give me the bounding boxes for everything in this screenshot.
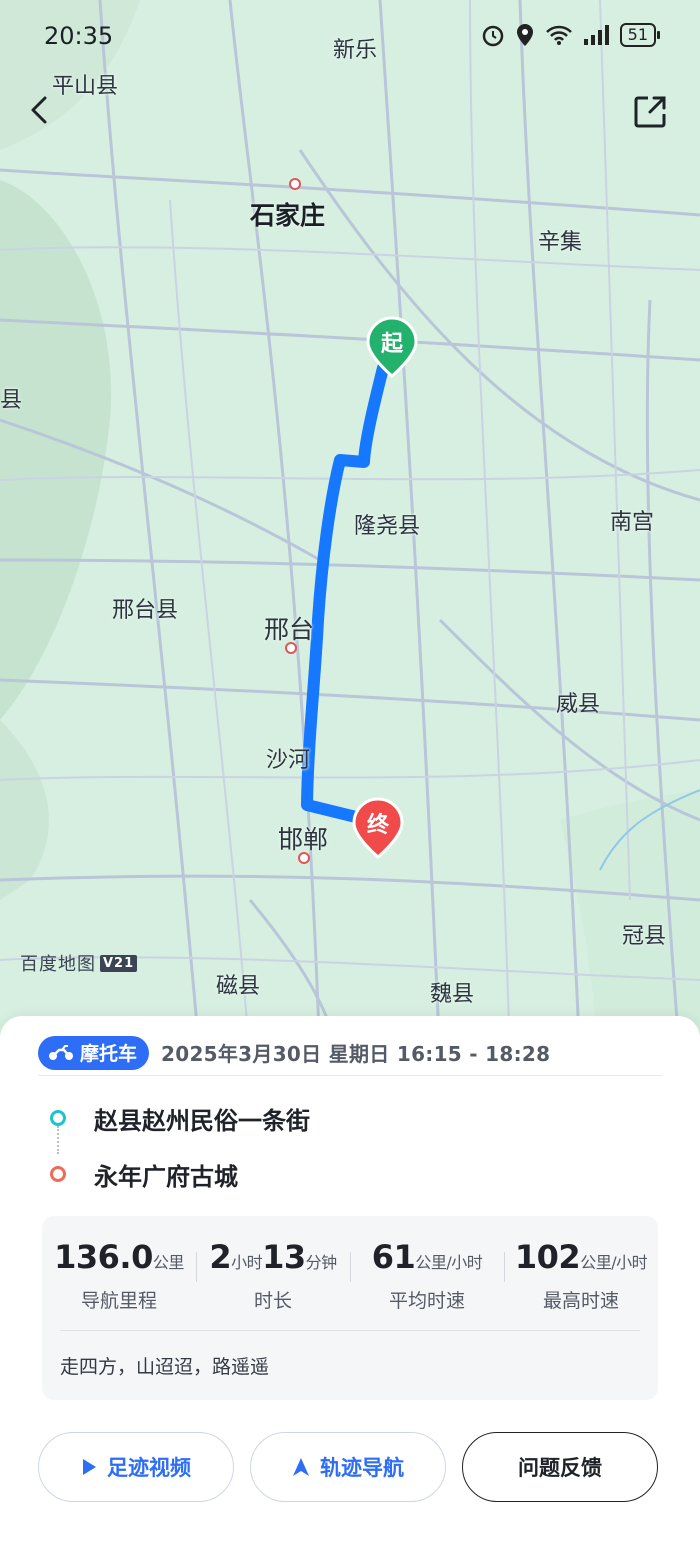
baidu-map-logo: 百度地图 V21 — [20, 950, 138, 976]
map-label-shahe: 沙河 — [266, 748, 311, 773]
share-button[interactable] — [630, 92, 670, 132]
map-label-nangong: 南宫 — [610, 510, 655, 535]
end-dot-icon — [50, 1166, 66, 1182]
feedback-button[interactable]: 问题反馈 — [462, 1432, 658, 1502]
stop-connector — [57, 1126, 59, 1154]
duration-hours-unit: 小时 — [231, 1253, 263, 1272]
signal-icon — [583, 25, 609, 45]
track-navigation-button[interactable]: 轨迹导航 — [250, 1432, 446, 1502]
motorcycle-icon — [49, 1044, 73, 1060]
travel-mode-badge: 摩托车 — [38, 1035, 150, 1070]
duration-hours: 2 — [209, 1238, 232, 1276]
card-divider — [60, 1330, 640, 1331]
map-label-xingtaixian: 邢台县 — [112, 598, 179, 623]
map-view[interactable]: 20:35 51 新乐 平山县 石家庄 辛集 县 隆尧县 南宫 邢台县 邢台 威… — [0, 0, 700, 1060]
alarm-icon — [482, 25, 503, 47]
logo-text: 百度地图 — [20, 954, 96, 975]
trip-slogan: 走四方，山迢迢，路遥遥 — [60, 1356, 270, 1378]
max-speed-value: 102 — [514, 1238, 581, 1276]
stat-max-speed: 102公里/小时 最高时速 — [504, 1238, 658, 1313]
footprint-video-button[interactable]: 足迹视频 — [38, 1432, 234, 1502]
map-label-xinji: 辛集 — [538, 230, 583, 255]
end-stop-name: 永年广府古城 — [94, 1162, 238, 1191]
map-label-pingshan: 平山县 — [52, 74, 119, 99]
max-speed-unit: 公里/小时 — [580, 1253, 648, 1272]
stat-duration: 2小时13分钟 时长 — [196, 1238, 350, 1313]
distance-value: 136.0 — [54, 1238, 153, 1276]
wifi-icon — [545, 25, 572, 45]
route-line — [301, 362, 389, 824]
trip-datetime: 2025年3月30日 星期日 16:15 - 18:28 — [161, 1042, 551, 1066]
footprint-video-label: 足迹视频 — [107, 1456, 191, 1480]
play-icon — [83, 1459, 96, 1475]
feedback-label: 问题反馈 — [518, 1456, 602, 1480]
map-base — [0, 0, 700, 1060]
trip-header: 摩托车 2025年3月30日 星期日 16:15 - 18:28 — [38, 1030, 662, 1076]
map-label-xinle: 新乐 — [333, 38, 378, 63]
travel-mode-label: 摩托车 — [80, 1043, 138, 1065]
end-marker-label: 终 — [366, 813, 389, 838]
end-marker[interactable]: 终 — [352, 797, 404, 859]
map-label-xingtai: 邢台 — [264, 615, 315, 644]
battery-indicator: 51 — [619, 23, 661, 47]
duration-label: 时长 — [253, 1290, 292, 1312]
map-label-handan: 邯郸 — [278, 825, 329, 854]
start-marker-label: 起 — [380, 332, 403, 357]
avg-speed-label: 平均时速 — [388, 1290, 465, 1312]
status-time: 20:35 — [44, 22, 114, 50]
trip-stats-card: 136.0公里 导航里程 2小时13分钟 时长 61公里/小时 平均时速 102… — [42, 1216, 658, 1400]
end-stop: 永年广府古城 — [50, 1154, 310, 1194]
navigation-arrow-icon — [293, 1458, 309, 1476]
map-label-guanxian: 冠县 — [622, 924, 667, 949]
avg-speed-unit: 公里/小时 — [415, 1253, 483, 1272]
trip-detail-sheet: 摩托车 2025年3月30日 星期日 16:15 - 18:28 赵县赵州民俗一… — [0, 1016, 700, 1557]
start-stop-name: 赵县赵州民俗一条街 — [94, 1106, 310, 1135]
stat-avg-speed: 61公里/小时 平均时速 — [350, 1238, 504, 1313]
start-stop: 赵县赵州民俗一条街 — [50, 1098, 310, 1138]
start-dot-icon — [50, 1110, 66, 1126]
distance-label: 导航里程 — [80, 1290, 157, 1312]
duration-minutes: 13 — [262, 1238, 306, 1276]
map-label-shijiazhuang: 石家庄 — [250, 201, 326, 230]
distance-unit: 公里 — [152, 1253, 185, 1272]
stat-distance: 136.0公里 导航里程 — [42, 1238, 196, 1313]
status-icons: 51 — [480, 22, 661, 48]
start-marker[interactable]: 起 — [366, 316, 418, 378]
duration-minutes-unit: 分钟 — [305, 1253, 338, 1272]
map-label-weixian2: 魏县 — [430, 982, 475, 1007]
max-speed-label: 最高时速 — [542, 1290, 619, 1312]
map-label-longyao: 隆尧县 — [354, 514, 421, 539]
logo-version: V21 — [100, 954, 138, 972]
map-label-left-xian: 县 — [0, 388, 23, 413]
track-navigation-label: 轨迹导航 — [320, 1456, 404, 1480]
avg-speed-value: 61 — [371, 1238, 416, 1276]
map-label-weixian: 威县 — [556, 692, 601, 717]
trip-stops: 赵县赵州民俗一条街 永年广府古城 — [50, 1098, 310, 1210]
map-label-cixian: 磁县 — [216, 974, 261, 999]
location-icon — [516, 24, 533, 46]
action-buttons: 足迹视频 轨迹导航 问题反馈 — [38, 1432, 658, 1502]
